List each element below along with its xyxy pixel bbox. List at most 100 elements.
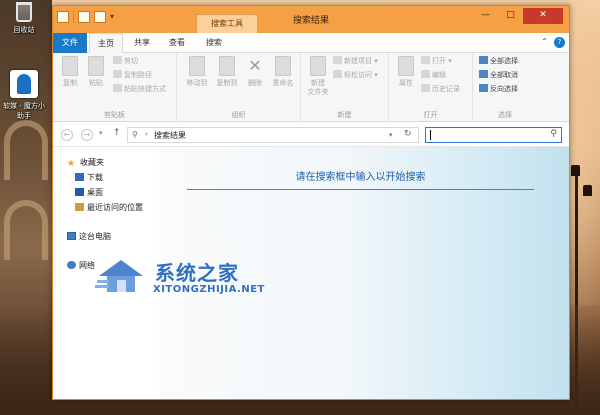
title-bar[interactable]: ▾ 搜索工具 搜索结果 — □ ✕ — [53, 6, 569, 33]
recycle-bin-icon — [16, 2, 32, 22]
new-folder-button[interactable]: 新建 文件夹 — [305, 56, 331, 97]
forward-button[interactable]: → — [81, 129, 93, 141]
group-clipboard: 复制 粘贴 剪切 复制路径 粘贴快捷方式 剪贴板 — [53, 53, 177, 122]
desktop-icon-recycle-bin[interactable]: 回收站 — [0, 2, 48, 35]
delete-button[interactable]: ✕ 删除 — [243, 56, 267, 88]
copy-to-button[interactable]: 复制到 — [213, 56, 241, 88]
easy-access-label: 轻松访问 — [344, 71, 372, 79]
nav-item-desktop[interactable]: 桌面 — [75, 187, 103, 199]
paste-icon — [88, 56, 104, 76]
refresh-icon[interactable]: ↻ — [404, 129, 412, 139]
ribbon-collapse-icon[interactable]: ⌃ — [541, 37, 548, 48]
select-none-button[interactable]: 全部取消 — [479, 70, 518, 81]
app-icon — [10, 70, 38, 98]
rename-icon — [275, 56, 291, 76]
desktop-icon — [75, 188, 84, 196]
new-folder-label-1: 新建 — [311, 79, 325, 87]
copy-path-button[interactable]: 复制路径 — [113, 70, 152, 81]
nav-item-favorites[interactable]: ★ 收藏夹 — [67, 157, 104, 169]
tab-search[interactable]: 搜索 — [197, 33, 231, 53]
nav-item-recent[interactable]: 最近访问的位置 — [75, 202, 143, 214]
paste-shortcut-button[interactable]: 粘贴快捷方式 — [113, 84, 166, 95]
rename-button[interactable]: 重命名 — [269, 56, 297, 88]
ribbon-controls: ⌃ ? — [541, 37, 565, 48]
select-all-label: 全部选择 — [490, 57, 518, 65]
copy-icon — [62, 56, 78, 76]
group-select: 全部选择 全部取消 反向选择 选择 — [473, 53, 537, 122]
paste-button[interactable]: 粘贴 — [85, 56, 107, 88]
easy-access-button[interactable]: 轻松访问 ▾ — [333, 70, 378, 81]
new-folder-icon — [310, 56, 326, 76]
address-bar[interactable]: ⚲ › 搜索结果 — [127, 127, 419, 143]
back-button[interactable]: ← — [61, 129, 73, 141]
rename-label: 重命名 — [272, 79, 294, 87]
invert-selection-button[interactable]: 反向选择 — [479, 84, 518, 95]
star-icon: ★ — [67, 159, 76, 169]
copy-path-icon — [113, 70, 122, 78]
edit-icon — [421, 70, 430, 78]
ribbon-tab-row: 文件 主页 共享 查看 搜索 ⌃ ? — [53, 33, 569, 53]
up-arrow-icon[interactable]: ↑ — [113, 128, 121, 138]
paste-shortcut-icon — [113, 84, 122, 92]
move-to-button[interactable]: 移动到 — [183, 56, 211, 88]
history-button[interactable]: 历史记录 — [421, 84, 460, 95]
search-input[interactable]: ⚲ — [425, 127, 562, 143]
help-icon[interactable]: ? — [554, 37, 565, 48]
open-label: 打开 — [432, 57, 446, 65]
app-label-line1: 软媒 · 魔方小 — [3, 102, 45, 110]
downloads-icon — [75, 173, 84, 181]
nav-item-network[interactable]: 网络 — [67, 260, 95, 272]
properties-button[interactable]: 属性 — [395, 56, 417, 88]
copy-path-label: 复制路径 — [124, 71, 152, 79]
copy-label: 复制 — [63, 79, 77, 87]
recent-locations-icon[interactable]: ▾ — [99, 129, 103, 137]
computer-icon — [67, 232, 76, 240]
tab-home[interactable]: 主页 — [89, 33, 123, 53]
tab-share[interactable]: 共享 — [125, 33, 159, 53]
cut-label: 剪切 — [124, 57, 138, 65]
address-path: 搜索结果 — [154, 131, 186, 140]
nav-label-network: 网络 — [79, 261, 95, 270]
wallpaper-lamp-head — [571, 165, 580, 176]
copy-button[interactable]: 复制 — [59, 56, 81, 88]
watermark-logo-icon — [95, 260, 143, 292]
move-to-label: 移动到 — [186, 79, 208, 87]
edit-button[interactable]: 编辑 — [421, 70, 446, 81]
chevron-right-icon[interactable]: › — [145, 130, 148, 138]
invert-selection-icon — [479, 84, 488, 92]
desktop-icon-app[interactable]: 软媒 · 魔方小 助手 — [0, 70, 48, 121]
select-none-icon — [479, 70, 488, 78]
nav-item-this-pc[interactable]: 这台电脑 — [67, 231, 111, 243]
new-item-button[interactable]: 新建项目 ▾ — [333, 56, 378, 67]
text-caret — [430, 130, 431, 140]
group-open: 属性 打开 ▾ 编辑 历史记录 打开 — [389, 53, 473, 122]
group-label-select: 选择 — [498, 111, 512, 119]
nav-item-downloads[interactable]: 下载 — [75, 172, 103, 184]
tab-view[interactable]: 查看 — [160, 33, 194, 53]
select-all-button[interactable]: 全部选择 — [479, 56, 518, 67]
tab-file[interactable]: 文件 — [53, 33, 87, 53]
nav-label-downloads: 下载 — [87, 173, 103, 182]
recycle-bin-label: 回收站 — [13, 26, 35, 34]
group-label-clipboard: 剪贴板 — [104, 111, 125, 119]
history-label: 历史记录 — [432, 85, 460, 93]
watermark-en-text: XITONGZHIJIA.NET — [153, 284, 265, 295]
address-row: ← → ▾ ↑ ⚲ › 搜索结果 ▾ ↻ ⚲ — [53, 122, 569, 147]
address-dropdown-icon[interactable]: ▾ — [389, 131, 393, 139]
properties-label: 属性 — [399, 79, 413, 87]
history-icon — [421, 84, 430, 92]
minimize-button[interactable]: — — [473, 8, 498, 24]
group-label-open: 打开 — [423, 111, 438, 119]
select-all-icon — [479, 56, 488, 64]
delete-label: 删除 — [248, 79, 262, 87]
close-button[interactable]: ✕ — [523, 8, 563, 24]
search-icon[interactable]: ⚲ — [550, 129, 557, 139]
wallpaper-arch — [4, 200, 48, 260]
window-controls: — □ ✕ — [473, 8, 563, 24]
move-to-icon — [189, 56, 205, 76]
maximize-button[interactable]: □ — [498, 8, 523, 24]
open-button[interactable]: 打开 ▾ — [421, 56, 452, 67]
cut-button[interactable]: 剪切 — [113, 56, 138, 67]
ribbon: 复制 粘贴 剪切 复制路径 粘贴快捷方式 剪贴板 移动到 复制到 ✕ 删除 重命… — [53, 53, 569, 122]
wallpaper-lamp-head — [583, 185, 592, 196]
